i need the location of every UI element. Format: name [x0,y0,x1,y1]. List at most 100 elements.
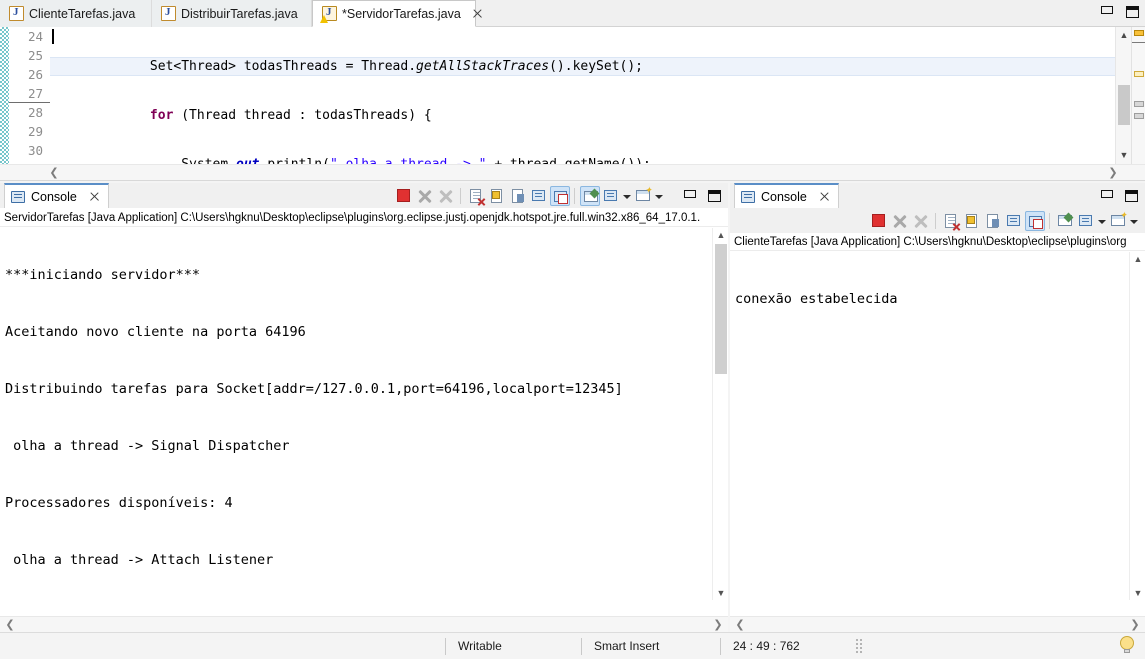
close-icon[interactable] [819,191,830,202]
open-console-button[interactable] [1108,210,1128,231]
word-wrap-button[interactable] [508,186,528,206]
show-console-on-output-button[interactable] [1004,211,1024,231]
remove-all-launches-button[interactable] [436,186,456,206]
editor-tab-ServidorTarefas[interactable]: *ServidorTarefas.java [312,0,476,27]
status-insert-mode: Smart Insert [594,639,660,653]
editor-horizontal-scrollbar[interactable]: ❮ ❯ [0,164,1145,181]
code-line-25: for (Thread thread : todasThreads) { [149,108,432,123]
toolbar-separator [574,187,575,204]
console-tab-label: Console [761,189,807,204]
scroll-down-icon[interactable]: ▼ [1116,148,1132,163]
eclipse-ide-window: ClienteTarefas.java DistribuirTarefas.ja… [0,0,1145,659]
tab-console-right[interactable]: Console [734,183,839,208]
console-left-launch-label: ServidorTarefas [Java Application] C:\Us… [0,209,728,227]
editor-vertical-scrollbar[interactable]: ▲ ▼ [1115,27,1131,164]
overview-marker-warning[interactable] [1134,30,1144,36]
scroll-up-icon[interactable]: ▲ [1130,252,1145,266]
java-file-icon [9,6,24,21]
tab-console-left[interactable]: Console [4,183,109,208]
line-number: 25 [27,48,43,63]
minimize-icon[interactable] [1101,190,1113,198]
chevron-down-icon[interactable] [1128,211,1139,231]
scroll-right-icon[interactable]: ❯ [1127,618,1143,633]
display-selected-console-button[interactable] [601,186,621,206]
scroll-down-icon[interactable]: ▼ [1130,586,1145,600]
chevron-down-icon[interactable] [653,186,664,206]
line-number: 28 [27,105,43,120]
scroll-right-icon[interactable]: ❯ [1105,166,1121,181]
terminate-button[interactable] [394,186,414,206]
code-line-24: Set<Thread> todasThreads = Thread.getAll… [50,57,1115,76]
maximize-icon[interactable] [708,190,721,202]
overview-marker-warning[interactable] [1134,71,1144,77]
close-icon[interactable] [89,191,100,202]
console-tab-label: Console [31,189,77,204]
clear-console-button[interactable] [941,211,961,231]
text-caret [52,29,54,44]
scroll-left-icon[interactable]: ❮ [732,618,748,633]
console-right-vertical-scrollbar[interactable]: ▲ ▼ [1129,252,1145,600]
editor-tab-DistribuirTarefas[interactable]: DistribuirTarefas.java [152,0,312,27]
toolbar-separator [935,212,936,229]
overview-marker-task[interactable] [1134,113,1144,119]
lightbulb-icon[interactable] [1119,636,1135,654]
scroll-lock-button[interactable] [487,186,507,206]
console-left-horizontal-scrollbar[interactable]: ❮ ❯ [0,616,728,632]
maximize-icon[interactable] [1125,190,1138,202]
line-number: 29 [27,124,43,139]
console-panel-right: Console ClienteTarefas [Ja [730,183,1145,632]
overview-marker-task[interactable] [1134,101,1144,107]
code-editor[interactable]: 24 25 26 27 28 29 30 Set<Thread> todasTh… [0,27,1145,164]
console-right-output[interactable]: conexão estabelecida [730,252,1129,600]
line-number: 26 [27,67,43,82]
pin-console-button[interactable] [580,185,600,206]
show-console-on-error-button[interactable] [1025,210,1045,231]
chevron-down-icon[interactable] [1096,211,1107,231]
console-right-toolbar [730,208,1145,233]
scroll-left-icon[interactable]: ❮ [2,618,18,633]
scroll-up-icon[interactable]: ▲ [1116,28,1132,43]
overview-marker-line [1132,42,1145,43]
toolbar-separator [460,187,461,204]
scroll-lock-button[interactable] [962,211,982,231]
console-right-horizontal-scrollbar[interactable]: ❮ ❯ [730,616,1145,632]
clear-console-button[interactable] [466,186,486,206]
status-resize-grip[interactable] [855,637,864,655]
scroll-up-icon[interactable]: ▲ [713,228,729,242]
minimize-icon[interactable] [1101,6,1113,14]
line-number: 24 [27,29,43,44]
console-right-tab-bar: Console [730,183,1145,208]
console-left-vertical-scrollbar[interactable]: ▲ ▼ [712,228,728,600]
console-line: ***iniciando servidor*** [5,267,201,283]
remove-launch-button[interactable] [890,211,910,231]
editor-tab-bar: ClienteTarefas.java DistribuirTarefas.ja… [0,0,1145,27]
close-icon[interactable] [472,8,483,19]
console-left-toolbar [393,183,670,208]
maximize-icon[interactable] [1126,6,1139,18]
scroll-down-icon[interactable]: ▼ [713,586,729,600]
editor-tab-label: DistribuirTarefas.java [181,6,298,21]
scroll-right-icon[interactable]: ❯ [710,618,726,633]
scrollbar-thumb[interactable] [1118,85,1130,125]
word-wrap-button[interactable] [983,211,1003,231]
chevron-down-icon[interactable] [621,186,632,206]
display-selected-console-button[interactable] [1076,211,1096,231]
minimize-icon[interactable] [684,190,696,198]
pin-console-button[interactable] [1055,211,1075,231]
show-console-on-output-button[interactable] [529,186,549,206]
console-line: Processadores disponíveis: 4 [5,495,233,511]
status-writable: Writable [458,639,502,653]
show-console-on-error-button[interactable] [550,185,570,206]
editor-overview-ruler[interactable] [1131,27,1145,164]
scrollbar-thumb[interactable] [715,244,727,374]
remove-launch-button[interactable] [415,186,435,206]
code-text-area[interactable]: Set<Thread> todasThreads = Thread.getAll… [50,27,1115,164]
editor-tab-ClienteTarefas[interactable]: ClienteTarefas.java [0,0,152,27]
terminate-button[interactable] [869,211,889,231]
scroll-left-icon[interactable]: ❮ [46,166,62,181]
remove-all-launches-button[interactable] [911,211,931,231]
java-file-warning-icon [320,6,337,23]
open-console-button[interactable] [633,185,653,206]
line-number: 27 [9,84,50,103]
console-left-output[interactable]: ***iniciando servidor*** Aceitando novo … [0,228,712,600]
